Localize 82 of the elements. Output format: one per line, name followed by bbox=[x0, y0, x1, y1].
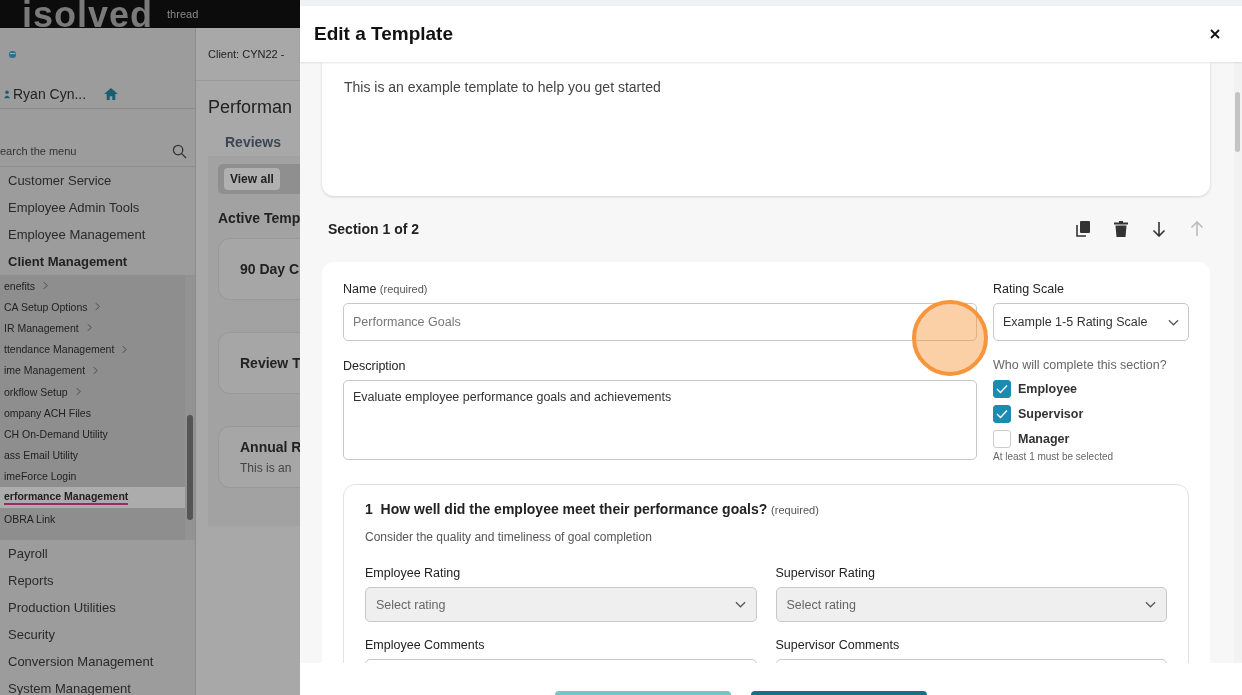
rating-select[interactable]: Select rating bbox=[775, 587, 1167, 622]
submenu-item[interactable]: ime Management bbox=[0, 359, 185, 381]
menu-item[interactable]: Customer Service bbox=[0, 167, 195, 194]
template-card[interactable]: Review T bbox=[218, 332, 300, 394]
chevron-right-icon bbox=[42, 281, 48, 291]
submenu-item[interactable]: ttendance Management bbox=[0, 338, 185, 360]
checkmark-icon bbox=[996, 383, 1008, 394]
question-title: 1 How well did the employee meet their performance goals? (required) bbox=[365, 501, 820, 517]
submenu-item[interactable]: CH On-Demand Utility bbox=[0, 423, 185, 445]
submenu-item[interactable]: CA Setup Options bbox=[0, 296, 185, 318]
question-hint: Consider the quality and timeliness of goal completion bbox=[365, 530, 653, 544]
page-title: Performan bbox=[207, 96, 294, 118]
helper-text: At least 1 must be selected bbox=[993, 451, 1115, 462]
logo-subtitle: thread bbox=[167, 8, 199, 22]
card-description: This is an bbox=[240, 461, 293, 475]
arrow-down-icon[interactable] bbox=[1152, 221, 1166, 237]
field-label: Who will complete this section? bbox=[993, 358, 1168, 372]
menu-item[interactable]: Employee Management bbox=[0, 221, 195, 248]
menu-item[interactable]: Production Utilities bbox=[0, 594, 195, 621]
rating-scale-select[interactable]: Example 1-5 Rating Scale bbox=[993, 303, 1189, 341]
submenu-item[interactable]: imeForce Login bbox=[0, 465, 185, 487]
chevron-right-icon bbox=[86, 323, 92, 333]
home-icon[interactable] bbox=[104, 88, 119, 100]
menu-item[interactable]: Employee Admin Tools bbox=[0, 194, 195, 221]
search-icon bbox=[172, 143, 187, 159]
checkbox-label: Supervisor bbox=[1018, 406, 1084, 421]
chevron-down-icon bbox=[1168, 318, 1179, 326]
checkbox-label: Manager bbox=[1018, 431, 1070, 446]
menu-item[interactable]: System Management bbox=[0, 675, 195, 695]
delete-icon[interactable] bbox=[1114, 221, 1128, 237]
description-field[interactable]: Evaluate employee performance goals and achievements bbox=[343, 380, 977, 460]
submenu-item[interactable]: enefits bbox=[0, 275, 185, 297]
menu-item[interactable]: Reports bbox=[0, 567, 195, 594]
search-field[interactable]: earch the menu bbox=[0, 136, 195, 167]
menu-item[interactable]: Client Management bbox=[0, 248, 195, 275]
submenu-item[interactable]: ass Email Utility bbox=[0, 444, 185, 466]
menu-item[interactable]: Payroll bbox=[0, 540, 195, 567]
arrow-up-icon[interactable] bbox=[1190, 221, 1204, 237]
submenu-item[interactable]: orkflow Setup bbox=[0, 380, 185, 403]
section-heading: Active Temp bbox=[218, 209, 300, 228]
rating-select[interactable]: Select rating bbox=[365, 587, 757, 622]
view-all-button[interactable]: View all bbox=[224, 168, 280, 190]
chevron-down-icon bbox=[734, 601, 746, 608]
user-name[interactable]: Ryan Cyn... bbox=[4, 86, 87, 102]
user-icon bbox=[4, 88, 10, 100]
field-label: Rating Scale bbox=[993, 282, 1065, 296]
checkbox[interactable] bbox=[993, 379, 1011, 398]
checkbox-label: Employee bbox=[1018, 381, 1078, 396]
field-label: Supervisor Rating bbox=[775, 566, 876, 580]
reviews-tab[interactable]: Reviews bbox=[196, 118, 300, 150]
submenu-item[interactable]: IR Management bbox=[0, 317, 185, 339]
menu-item[interactable]: Security bbox=[0, 621, 195, 648]
card-title: 90 Day C bbox=[240, 261, 300, 277]
submenu-item[interactable]: erformance Management bbox=[0, 486, 185, 509]
menu-item[interactable]: Conversion Management bbox=[0, 648, 195, 675]
chevron-right-icon bbox=[122, 344, 128, 354]
chevron-down-icon bbox=[1145, 601, 1156, 608]
field-label: Employee Comments bbox=[365, 638, 486, 652]
globe-icon bbox=[8, 49, 17, 59]
field-label: Supervisor Comments bbox=[775, 638, 901, 652]
template-card[interactable]: 90 Day C bbox=[218, 238, 300, 300]
logo: isolved bbox=[22, 2, 154, 28]
dialog-title: Edit a Template bbox=[314, 23, 453, 45]
section-label: Section 1 of 2 bbox=[328, 221, 420, 237]
chevron-right-icon bbox=[75, 387, 81, 397]
field-label: Description bbox=[343, 359, 407, 373]
field-label: Employee Rating bbox=[365, 566, 462, 580]
field-label: Name (required) bbox=[343, 282, 429, 296]
close-icon[interactable] bbox=[1210, 29, 1220, 39]
submenu-item[interactable]: ompany ACH Files bbox=[0, 402, 185, 424]
chevron-right-icon bbox=[95, 302, 101, 312]
submenu-item[interactable]: OBRA Link bbox=[0, 508, 185, 530]
chevron-right-icon bbox=[93, 365, 99, 375]
checkmark-icon bbox=[996, 408, 1008, 419]
scrollbar[interactable] bbox=[185, 275, 195, 540]
name-field[interactable]: Performance Goals bbox=[343, 303, 977, 341]
card-title: Review T bbox=[240, 355, 300, 371]
checkbox[interactable] bbox=[993, 429, 1011, 448]
checkbox[interactable] bbox=[993, 404, 1011, 423]
scrollbar[interactable] bbox=[1234, 62, 1242, 663]
template-description-field[interactable]: This is an example template to help you get started bbox=[322, 62, 1210, 196]
copy-icon[interactable] bbox=[1076, 221, 1090, 237]
